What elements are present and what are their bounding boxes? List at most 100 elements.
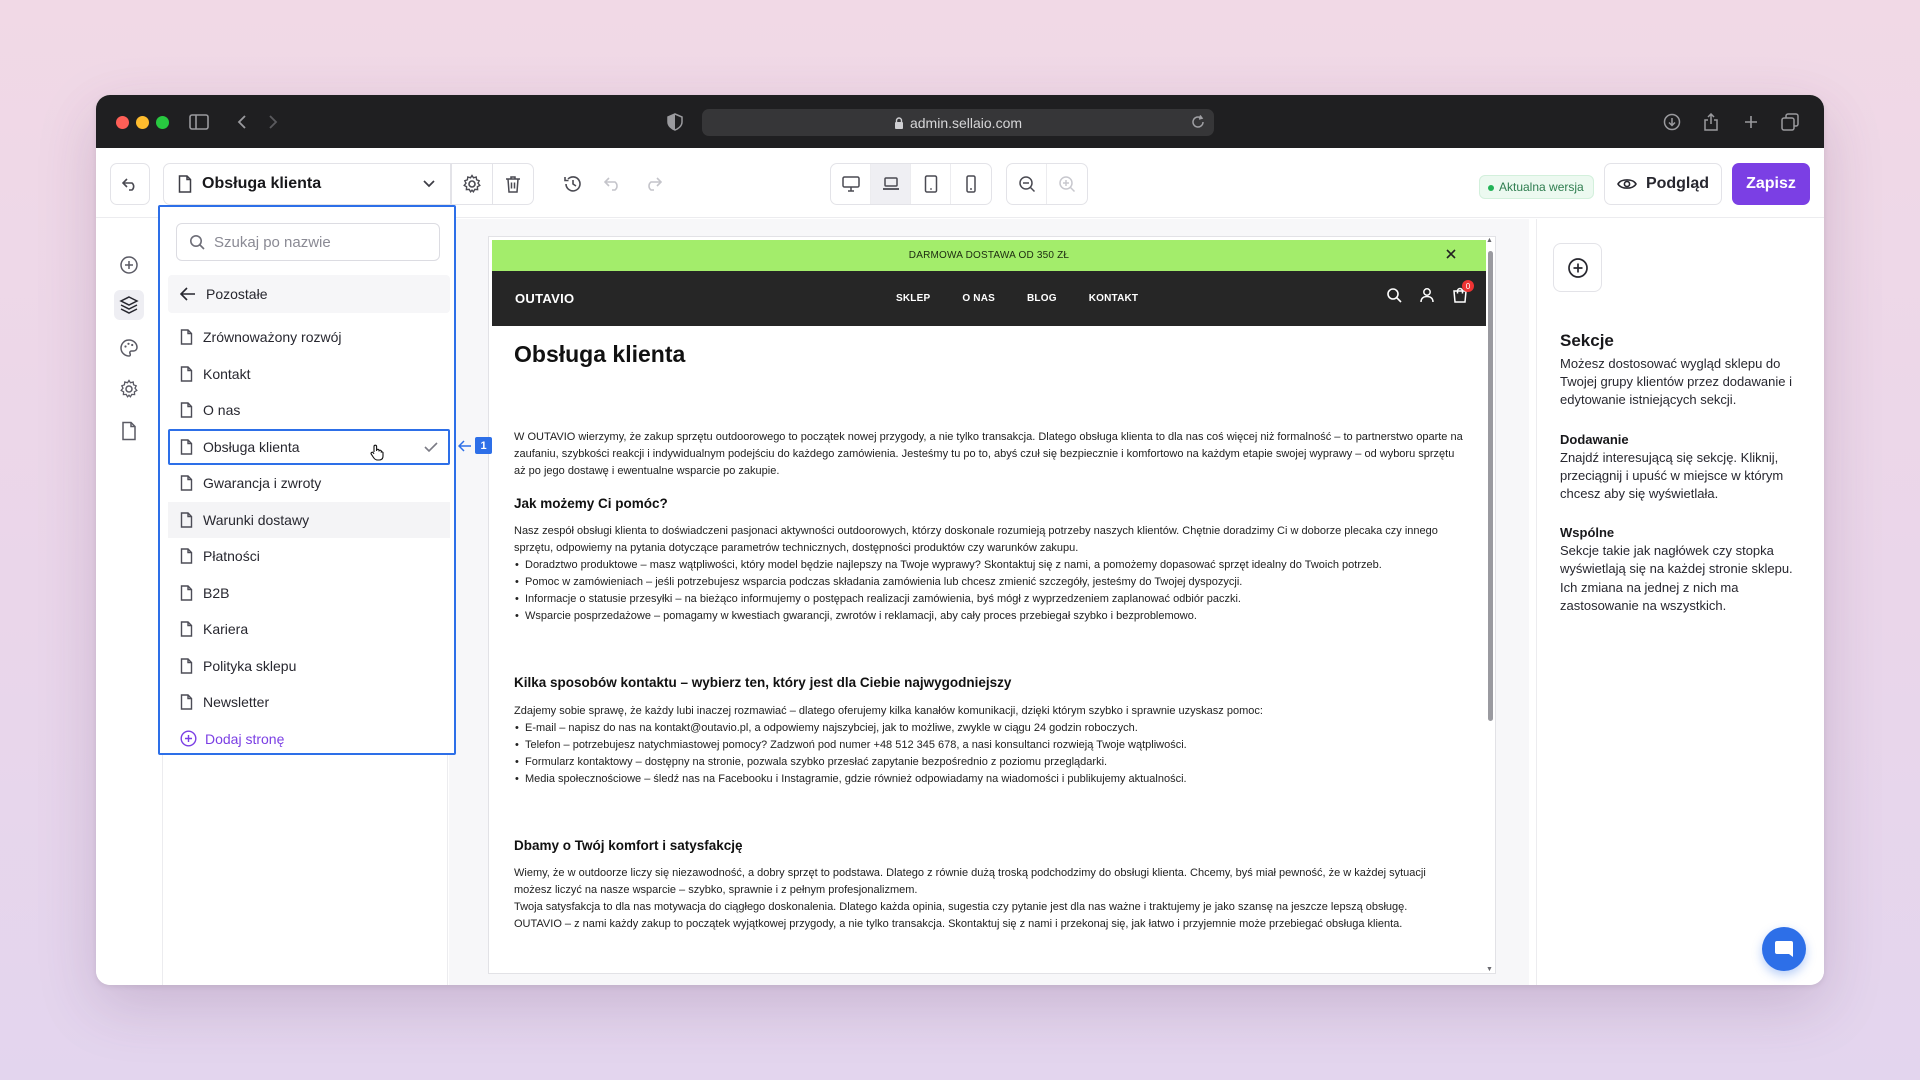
back-arrow-icon[interactable] <box>231 111 253 133</box>
palette-icon <box>120 339 138 357</box>
tab-overview-icon[interactable] <box>1779 111 1801 133</box>
page-select-menu: Pozostałe Zrównoważony rozwój Kontakt O … <box>158 205 456 755</box>
add-section-rail-button[interactable] <box>116 252 142 278</box>
desktop-view-button[interactable] <box>831 164 871 204</box>
page-search-input[interactable] <box>214 233 424 251</box>
download-icon[interactable] <box>1661 111 1683 133</box>
delete-page-button[interactable] <box>492 163 534 205</box>
comfort-paragraph-1: Wiemy, że w outdoorze liczy się niezawod… <box>514 867 1426 896</box>
page-icon <box>180 366 193 382</box>
privacy-shield-icon[interactable] <box>664 111 686 133</box>
gear-icon <box>120 379 138 398</box>
layers-icon <box>119 296 139 314</box>
cart-button[interactable]: 0 <box>1452 280 1474 308</box>
page-item-label: Płatności <box>203 548 260 565</box>
scroll-down-arrow[interactable]: ▼ <box>1486 966 1494 973</box>
zoom-in-icon <box>1059 176 1076 193</box>
page-item-label: Zrównoważony rozwój <box>203 329 342 346</box>
list-item: Media społecznościowe – śledź nas na Fac… <box>515 771 1464 788</box>
undo-button[interactable] <box>596 163 630 205</box>
close-window-button[interactable] <box>116 116 129 129</box>
page-item-label: Obsługa klienta <box>203 438 300 455</box>
common-heading: Wspólne <box>1560 525 1615 541</box>
check-icon <box>424 441 438 452</box>
menu-item-contact[interactable]: KONTAKT <box>1089 293 1139 304</box>
add-page-label: Dodaj stronę <box>205 730 285 747</box>
new-tab-icon[interactable] <box>1740 111 1762 133</box>
common-text: Sekcje takie jak nagłówek czy stopka wyś… <box>1560 543 1793 613</box>
reload-icon[interactable] <box>1190 114 1206 130</box>
page-select-dropdown[interactable]: Obsługa klienta <box>163 163 451 205</box>
page-content: Obsługa klienta W OUTAVIO wierzymy, że z… <box>514 341 1464 933</box>
exit-editor-button[interactable] <box>110 163 150 205</box>
preview-scrollbar[interactable] <box>1488 251 1493 721</box>
pages-rail-button[interactable] <box>116 418 142 444</box>
menu-item-about[interactable]: O NAS <box>962 293 995 304</box>
laptop-view-button[interactable] <box>871 164 911 204</box>
zoom-in-button[interactable] <box>1047 164 1087 204</box>
store-logo[interactable]: OUTAVIO <box>515 291 574 306</box>
history-button[interactable] <box>556 163 590 205</box>
list-item: Formularz kontaktowy – dostępny na stron… <box>515 754 1464 771</box>
share-icon[interactable] <box>1700 111 1722 133</box>
minimize-window-button[interactable] <box>136 116 149 129</box>
plus-circle-icon <box>1567 257 1588 278</box>
list-item: Telefon – potrzebujesz natychmiastowej p… <box>515 737 1464 754</box>
close-icon[interactable] <box>1444 247 1458 261</box>
preview-button[interactable]: Podgląd <box>1604 163 1722 205</box>
scroll-up-arrow[interactable]: ▲ <box>1486 237 1494 244</box>
sections-intro: Możesz dostosować wygląd sklepu do Twoje… <box>1560 356 1792 408</box>
page-item-b2b[interactable]: B2B <box>168 575 450 612</box>
page-item-newsletter[interactable]: Newsletter <box>168 684 450 721</box>
gear-icon <box>463 174 481 193</box>
promo-bar[interactable]: DARMOWA DOSTAWA OD 350 ZŁ <box>492 240 1486 271</box>
page-icon <box>122 421 136 441</box>
search-icon[interactable] <box>1386 287 1402 303</box>
history-icon <box>564 176 581 192</box>
selection-annotation: 1 <box>458 437 492 454</box>
page-item-label: Newsletter <box>203 694 270 711</box>
page-search-field[interactable] <box>176 223 440 261</box>
page-icon <box>180 585 193 601</box>
mobile-view-button[interactable] <box>951 164 991 204</box>
maximize-window-button[interactable] <box>156 116 169 129</box>
page-item-kontakt[interactable]: Kontakt <box>168 356 450 393</box>
list-item: E-mail – napisz do nas na kontakt@outavi… <box>515 720 1464 737</box>
user-icon[interactable] <box>1419 287 1435 303</box>
mobile-icon <box>966 175 976 193</box>
sections-help-content: Sekcje Możesz dostosować wygląd sklepu d… <box>1560 331 1810 615</box>
theme-rail-button[interactable] <box>116 335 142 361</box>
address-bar[interactable]: admin.sellaio.com <box>702 109 1214 136</box>
sidebar-toggle-icon[interactable] <box>188 111 210 133</box>
undo-icon <box>604 177 618 191</box>
arrow-left-icon <box>180 287 195 301</box>
menu-item-blog[interactable]: BLOG <box>1027 293 1057 304</box>
device-switcher <box>830 163 992 205</box>
storefront-preview[interactable]: DARMOWA DOSTAWA OD 350 ZŁ OUTAVIO SKLEP … <box>488 236 1496 974</box>
page-item-warunki-dostawy[interactable]: Warunki dostawy <box>168 501 450 538</box>
save-button[interactable]: Zapisz <box>1732 163 1810 205</box>
forward-arrow-icon[interactable] <box>262 111 284 133</box>
page-item-zrownowazony-rozwoj[interactable]: Zrównoważony rozwój <box>168 319 450 356</box>
chat-support-button[interactable] <box>1762 927 1806 971</box>
sections-title: Sekcje <box>1560 331 1614 350</box>
menu-item-shop[interactable]: SKLEP <box>896 293 930 304</box>
page-item-o-nas[interactable]: O nas <box>168 392 450 429</box>
layers-rail-button[interactable] <box>114 290 144 320</box>
page-item-polityka-sklepu[interactable]: Polityka sklepu <box>168 648 450 685</box>
settings-rail-button[interactable] <box>116 376 142 402</box>
list-item: Pomoc w zamówieniach – jeśli potrzebujes… <box>515 574 1464 591</box>
page-item-gwarancja-i-zwroty[interactable]: Gwarancja i zwroty <box>168 465 450 502</box>
zoom-out-button[interactable] <box>1007 164 1047 204</box>
store-menu: SKLEP O NAS BLOG KONTAKT <box>896 293 1138 304</box>
add-section-button[interactable] <box>1553 243 1602 292</box>
add-page-button[interactable]: Dodaj stronę <box>168 721 450 757</box>
eye-icon <box>1617 179 1637 189</box>
redo-button[interactable] <box>636 163 670 205</box>
back-to-group-button[interactable]: Pozostałe <box>168 275 450 313</box>
page-settings-button[interactable] <box>451 163 493 205</box>
page-item-platnosci[interactable]: Płatności <box>168 538 450 575</box>
page-item-obsluga-klienta[interactable]: Obsługa klienta <box>168 428 450 465</box>
page-item-kariera[interactable]: Kariera <box>168 611 450 648</box>
tablet-view-button[interactable] <box>911 164 951 204</box>
